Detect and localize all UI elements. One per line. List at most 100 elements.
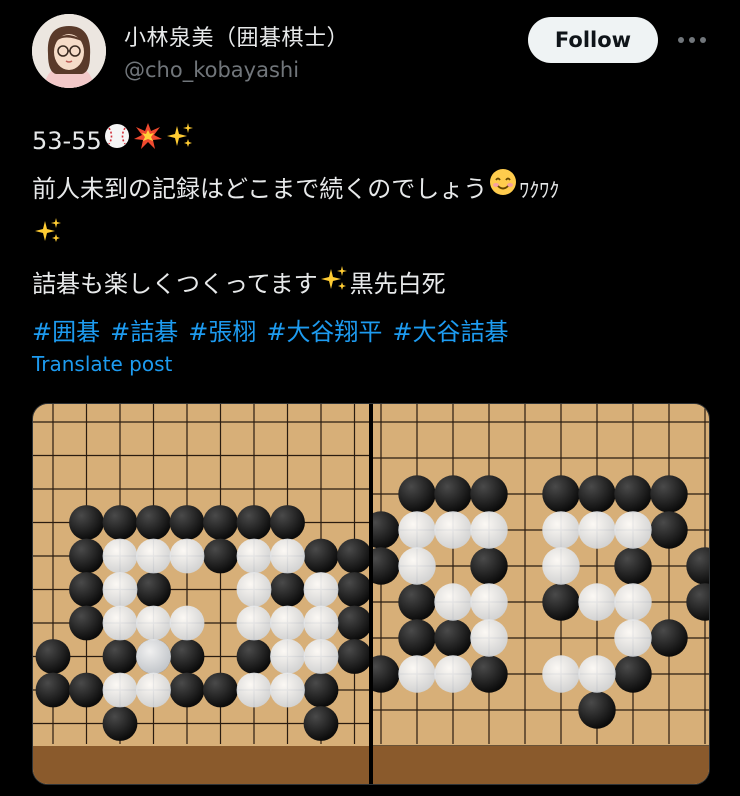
hashtag-link[interactable]: #張栩	[188, 318, 256, 346]
go-board-photo-right[interactable]	[373, 404, 709, 784]
black-stone	[578, 691, 616, 729]
author-handle[interactable]: @cho_kobayashi	[124, 58, 299, 82]
black-stone	[102, 639, 138, 674]
black-stone	[470, 655, 508, 693]
black-stone	[434, 619, 472, 657]
white-stone	[102, 538, 138, 574]
black-stone	[398, 619, 436, 657]
white-stone	[434, 511, 472, 549]
black-stone	[169, 672, 205, 708]
black-stone	[35, 639, 71, 674]
black-stone	[203, 538, 238, 574]
white-stone	[303, 605, 339, 641]
collision-icon	[133, 119, 163, 166]
white-stone	[470, 511, 508, 549]
black-stone	[136, 505, 171, 540]
black-stone	[650, 619, 688, 657]
white-stone	[102, 572, 138, 607]
white-stone	[169, 538, 205, 574]
black-stone	[303, 538, 339, 574]
post-line-4-suffix: 黒先白死	[349, 270, 446, 298]
post-line-2: 前人未到の記録はどこまで続くのでしょう ﾜｸﾜｸ	[32, 166, 712, 214]
black-stone	[650, 511, 688, 549]
black-stone	[398, 475, 436, 513]
post-line-1-text: 53-55	[32, 127, 102, 155]
hashtag-link[interactable]: #大谷詰碁	[392, 318, 508, 346]
black-stone	[270, 505, 305, 540]
black-stone	[69, 572, 104, 607]
black-stone	[470, 475, 508, 513]
post-line-2-text: 前人未到の記録はどこまで続くのでしょう	[32, 174, 488, 203]
black-stone	[650, 475, 688, 513]
black-stone	[270, 572, 305, 607]
white-stone	[398, 655, 436, 693]
black-stone	[614, 475, 652, 513]
white-stone	[542, 547, 580, 585]
black-stone	[69, 672, 104, 708]
white-stone	[542, 655, 580, 693]
white-stone	[270, 639, 305, 674]
white-stone	[236, 572, 272, 607]
post-header: 小林泉美（囲碁棋士） @cho_kobayashi Follow	[0, 0, 740, 110]
white-stone	[470, 583, 508, 621]
white-stone	[303, 572, 339, 607]
white-stone	[303, 639, 339, 674]
black-stone	[102, 706, 138, 741]
white-stone	[136, 605, 171, 641]
author-display-name[interactable]: 小林泉美（囲碁棋士）	[124, 20, 349, 52]
black-stone	[614, 547, 652, 585]
baseball-icon	[103, 119, 131, 166]
black-stone	[236, 505, 272, 540]
hashtag-link[interactable]: #囲碁	[32, 318, 100, 346]
post-body: 53-55 前人未到の記録はどこまで続くのでしょう ﾜｸﾜｸ 詰碁も楽しくつくっ…	[32, 118, 712, 356]
post-line-1: 53-55	[32, 118, 712, 166]
white-stone	[270, 605, 305, 641]
black-stone	[470, 547, 508, 585]
black-stone	[398, 583, 436, 621]
black-stone	[236, 639, 272, 674]
media-gallery	[32, 403, 710, 785]
white-stone	[614, 583, 652, 621]
white-stone	[398, 511, 436, 549]
black-stone	[303, 706, 339, 741]
avatar-illustration-icon	[32, 14, 106, 88]
translate-post-link[interactable]: Translate post	[32, 352, 172, 376]
go-board-photo-left[interactable]	[33, 404, 369, 784]
sparkles-icon	[33, 214, 63, 261]
white-stone	[102, 605, 138, 641]
post-line-4: 詰碁も楽しくつくってます 黒先白死	[32, 261, 712, 309]
black-stone	[69, 605, 104, 641]
hashtag-list: #囲碁 #詰碁 #張栩 #大谷翔平 #大谷詰碁	[32, 309, 712, 356]
white-stone	[236, 605, 272, 641]
black-stone	[542, 475, 580, 513]
white-stone	[434, 655, 472, 693]
post-line-2-suffix: ﾜｸﾜｸ	[519, 177, 560, 202]
black-stone	[69, 505, 104, 540]
black-stone	[203, 672, 238, 708]
sparkles-icon	[319, 262, 349, 309]
white-stone	[136, 639, 171, 674]
smiling-face-icon	[488, 166, 518, 213]
white-stone	[270, 538, 305, 574]
sparkles-icon	[165, 119, 195, 166]
white-stone	[136, 538, 171, 574]
avatar[interactable]	[32, 14, 106, 88]
follow-button[interactable]: Follow	[528, 17, 658, 63]
black-stone	[35, 672, 71, 708]
white-stone	[578, 511, 616, 549]
hashtag-link[interactable]: #大谷翔平	[266, 318, 382, 346]
white-stone	[542, 511, 580, 549]
post-line-3	[32, 214, 712, 262]
white-stone	[236, 672, 272, 708]
black-stone	[303, 672, 339, 708]
black-stone	[578, 475, 616, 513]
more-options-button[interactable]	[672, 26, 712, 54]
white-stone	[470, 619, 508, 657]
white-stone	[102, 672, 138, 708]
black-stone	[614, 655, 652, 693]
more-dots-icon	[678, 37, 706, 43]
hashtag-link[interactable]: #詰碁	[110, 318, 178, 346]
white-stone	[270, 672, 305, 708]
white-stone	[236, 538, 272, 574]
white-stone	[136, 672, 171, 708]
